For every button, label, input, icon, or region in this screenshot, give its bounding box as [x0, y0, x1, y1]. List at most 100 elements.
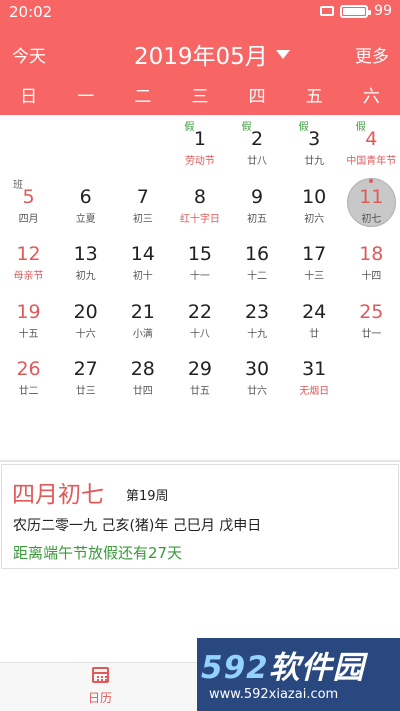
day-number: 28: [130, 358, 155, 380]
week-row: 26 廿二 27 廿三 28 廿四 29 廿五 30 廿六 31 无烟日: [0, 345, 400, 403]
day-cell[interactable]: 假 1 劳动节: [171, 115, 228, 173]
day-number: 25: [359, 300, 384, 323]
lunar-day: 廿九: [304, 156, 325, 167]
top-nav: 今天 2019年05月 更多: [0, 32, 400, 72]
dropdown-caret-icon: [275, 49, 290, 59]
day-number: 4: [365, 128, 378, 150]
festival-label: 无烟日: [299, 386, 330, 397]
weekday-label: 六: [362, 87, 380, 107]
day-number: 7: [136, 185, 149, 208]
tab-calendar-label: 日历: [87, 691, 112, 705]
day-cell[interactable]: 30 廿六: [229, 345, 286, 403]
day-number: 22: [187, 300, 213, 323]
day-cell[interactable]: 20 十六: [57, 288, 114, 346]
watermark-logo-number: 592: [201, 650, 269, 686]
day-number: 29: [187, 358, 213, 380]
empty-cell: [0, 115, 57, 173]
day-cell[interactable]: 26 廿二: [0, 345, 57, 403]
month-label: 2019年05月: [134, 44, 268, 70]
day-cell[interactable]: 27 廿三: [57, 345, 114, 403]
day-cell[interactable]: 假 3 廿九: [286, 115, 343, 173]
battery-icon: [340, 4, 372, 18]
day-cell[interactable]: 假 2 廿八: [229, 115, 286, 173]
day-cell[interactable]: 8 红十字日: [171, 173, 228, 231]
lunar-day: 十八: [189, 328, 210, 340]
day-cell[interactable]: 15 十一: [171, 230, 228, 288]
lunar-day: 十六: [75, 328, 96, 340]
day-cell[interactable]: 13 初九: [57, 230, 114, 288]
lunar-day: 十三: [304, 271, 325, 282]
day-cell[interactable]: 9 初五: [229, 173, 286, 231]
empty-cell: [343, 345, 400, 403]
week-number: 第19周: [126, 489, 169, 504]
weekday-label: 四: [248, 87, 266, 107]
weekday-label: 日: [20, 87, 38, 107]
festival-label: 红十字日: [179, 213, 220, 225]
day-cell[interactable]: 7 初三: [114, 173, 171, 231]
lunar-day: 立夏: [75, 213, 96, 225]
week-row: 班 5 四月 6 立夏 7 初三 8 红十字日 9 初五 10 初六 11 初七: [0, 173, 400, 231]
day-cell[interactable]: 10 初六: [286, 173, 343, 231]
today-button[interactable]: 今天: [12, 42, 46, 67]
watermark-url: www.592xiazai.com: [209, 687, 339, 702]
weekday-label: 一: [77, 87, 95, 107]
lunar-day: 廿二: [18, 386, 39, 397]
lunar-day: 初七: [361, 213, 382, 225]
day-cell[interactable]: 21 小满: [114, 288, 171, 346]
weekday-label: 二: [134, 87, 152, 107]
day-cell[interactable]: 16 十二: [229, 230, 286, 288]
tab-calendar[interactable]: 日历: [80, 667, 120, 711]
day-cell[interactable]: 31 无烟日: [286, 345, 343, 403]
day-number: 15: [187, 243, 213, 265]
day-number: 1: [193, 128, 206, 150]
today-indicator-dot: [368, 178, 373, 183]
day-number: 10: [302, 185, 327, 208]
day-cell[interactable]: 假 4 中国青年节: [343, 115, 400, 173]
day-number: 30: [244, 358, 270, 380]
day-cell[interactable]: 23 十九: [229, 288, 286, 346]
day-cell[interactable]: 班 5 四月: [0, 173, 57, 231]
day-number: 8: [193, 185, 206, 208]
lunar-day: 初九: [75, 271, 96, 282]
weekday-header: 日一二三四五六: [0, 82, 400, 112]
day-number: 16: [244, 243, 270, 265]
lunar-day: 初六: [304, 213, 325, 225]
day-number: 24: [302, 300, 327, 323]
day-cell[interactable]: 29 廿五: [171, 345, 228, 403]
day-cell[interactable]: 28 廿四: [114, 345, 171, 403]
window-icon: [320, 6, 335, 16]
day-cell[interactable]: 11 初七: [343, 173, 400, 231]
day-number: 27: [73, 358, 98, 380]
lunar-day: 廿六: [247, 386, 268, 397]
lunar-day: 廿一: [361, 328, 382, 340]
week-row: 假 1 劳动节假 2 廿八假 3 廿九假 4 中国青年节: [0, 115, 400, 173]
day-number: 5: [22, 185, 35, 208]
watermark-logo-name: 软件园: [268, 650, 365, 686]
day-cell[interactable]: 14 初十: [114, 230, 171, 288]
grid-divider: [0, 460, 400, 462]
day-cell[interactable]: 24 廿: [286, 288, 343, 346]
day-number: 18: [359, 243, 384, 265]
status-time: 20:02: [9, 3, 53, 21]
day-cell[interactable]: 6 立夏: [57, 173, 114, 231]
day-cell[interactable]: 25 廿一: [343, 288, 400, 346]
watermark-logo-text: 592软件园: [201, 642, 365, 687]
day-number: 17: [302, 243, 327, 265]
more-button[interactable]: 更多: [355, 42, 389, 67]
day-cell[interactable]: 18 十四: [343, 230, 400, 288]
lunar-day: 初十: [132, 271, 153, 282]
day-cell[interactable]: 12 母亲节: [0, 230, 57, 288]
day-number: 31: [302, 358, 327, 380]
calendar-grid: 假 1 劳动节假 2 廿八假 3 廿九假 4 中国青年节班 5 四月 6 立夏 7 初三 8 红十字日 9 初五 10…: [0, 115, 400, 403]
lunar-day: 廿四: [132, 386, 153, 397]
lunar-full-date: 农历二零一九 己亥(猪)年 己巳月 戊申日: [13, 518, 262, 534]
month-selector[interactable]: 2019年05月: [134, 37, 290, 71]
day-number: 2: [251, 128, 264, 150]
day-cell[interactable]: 19 十五: [0, 288, 57, 346]
lunar-day: 十四: [361, 271, 382, 282]
day-number: 11: [359, 185, 384, 208]
day-cell[interactable]: 17 十三: [286, 230, 343, 288]
lunar-day: 小满: [132, 328, 153, 340]
day-cell[interactable]: 22 十八: [171, 288, 228, 346]
lunar-day: 十九: [247, 328, 268, 340]
